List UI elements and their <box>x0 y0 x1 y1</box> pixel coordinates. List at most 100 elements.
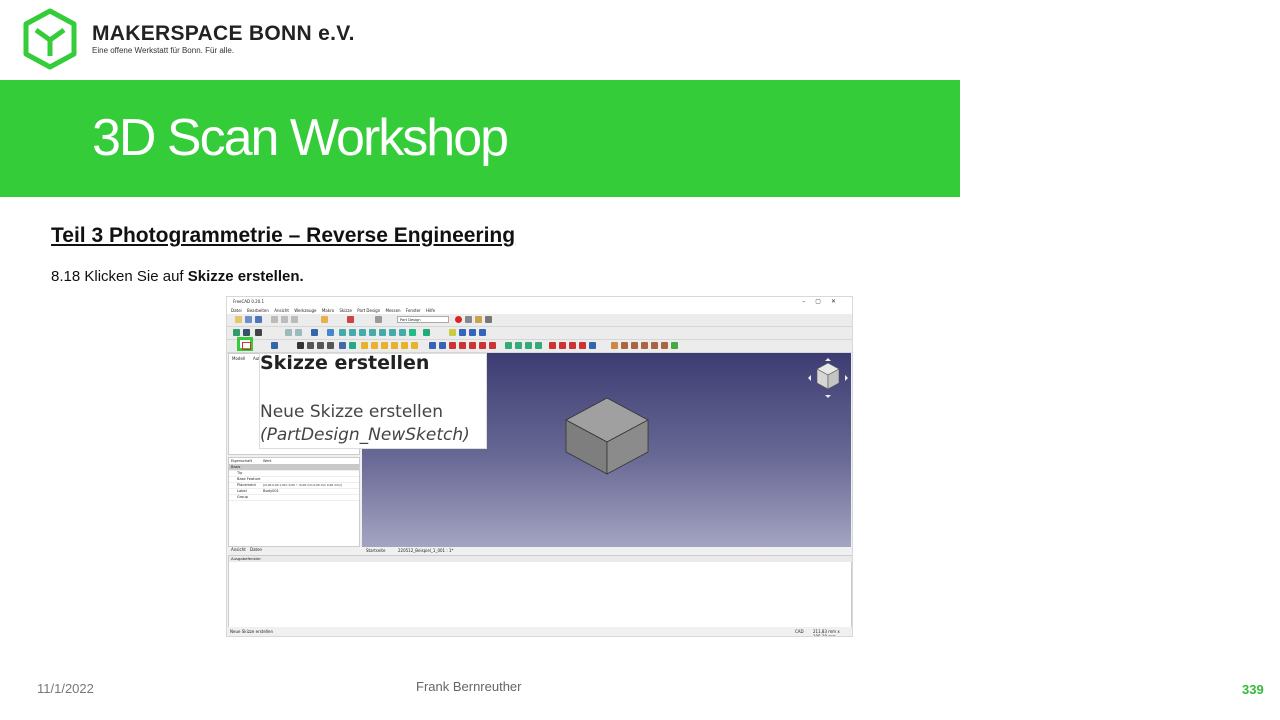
nav-style-label[interactable]: CAD <box>795 629 804 634</box>
property-name: Group <box>237 495 248 499</box>
involute-gear-icon[interactable] <box>621 342 628 349</box>
view-axo-icon[interactable] <box>399 329 406 336</box>
line-icon[interactable] <box>307 342 314 349</box>
window-controls[interactable]: –▢✕ <box>802 298 846 305</box>
menu-part-design[interactable]: Part Design <box>357 307 380 314</box>
draft-icon[interactable] <box>569 342 576 349</box>
toolbar-row-1: Part Design <box>227 314 852 327</box>
view-rear-icon[interactable] <box>369 329 376 336</box>
mirror-icon[interactable] <box>505 342 512 349</box>
group-icon[interactable] <box>459 329 466 336</box>
wizard-icon[interactable] <box>641 342 648 349</box>
view-right-icon[interactable] <box>359 329 366 336</box>
menu-werkzeuge[interactable]: Werkzeuge <box>294 307 316 314</box>
whats-this-icon[interactable] <box>375 316 382 323</box>
measure-clear-icon[interactable] <box>423 329 430 336</box>
tab-startseite[interactable]: Startseite <box>366 548 385 553</box>
subtractive-box-icon[interactable] <box>489 342 496 349</box>
new-file-icon[interactable] <box>235 316 242 323</box>
save-icon[interactable] <box>255 316 262 323</box>
link-icon[interactable] <box>469 329 476 336</box>
boolean-icon[interactable] <box>589 342 596 349</box>
hole-icon[interactable] <box>439 342 446 349</box>
stereo-icon[interactable] <box>255 329 262 336</box>
tooltip-title: Skizze erstellen <box>260 352 430 374</box>
open-file-icon[interactable] <box>245 316 252 323</box>
title-bar: 3D Scan Workshop <box>0 80 960 197</box>
extra-tool-2-icon[interactable] <box>661 342 668 349</box>
footer-date: 11/1/2022 <box>37 681 94 696</box>
menu-makro[interactable]: Makro <box>322 307 334 314</box>
document-tabs: Startseite 220512_Beispiel_1_001 : 1* <box>362 547 851 555</box>
additive-box-icon[interactable] <box>411 342 418 349</box>
pad-icon[interactable] <box>361 342 368 349</box>
tab-ansicht[interactable]: Ansicht <box>231 547 246 552</box>
create-sketch-button[interactable] <box>237 337 253 351</box>
menu-ansicht[interactable]: Ansicht <box>274 307 289 314</box>
menu-hilfe[interactable]: Hilfe <box>426 307 435 314</box>
extra-tool-3-icon[interactable] <box>671 342 678 349</box>
menu-bearbeiten[interactable]: Bearbeiten <box>247 307 269 314</box>
view-isometric-icon[interactable] <box>311 329 318 336</box>
view-bottom-icon[interactable] <box>379 329 386 336</box>
navigation-cube-icon[interactable] <box>807 357 849 399</box>
point-icon[interactable] <box>297 342 304 349</box>
menu-datei[interactable]: Datei <box>231 307 242 314</box>
polar-pattern-icon[interactable] <box>525 342 532 349</box>
instruction-text: 8.18 Klicken Sie auf Skizze erstellen. <box>51 268 304 285</box>
sprocket-icon[interactable] <box>611 342 618 349</box>
loft-icon[interactable] <box>381 342 388 349</box>
view-front-icon[interactable] <box>339 329 346 336</box>
revolution-icon[interactable] <box>371 342 378 349</box>
shape-binder-icon[interactable] <box>339 342 346 349</box>
sketch-icon <box>242 342 251 350</box>
menu-messen[interactable]: Messen <box>386 307 401 314</box>
paste-icon[interactable] <box>291 316 298 323</box>
fillet-icon[interactable] <box>549 342 556 349</box>
shaft-wizard-icon[interactable] <box>631 342 638 349</box>
cut-icon[interactable] <box>271 316 278 323</box>
pipe-icon[interactable] <box>391 342 398 349</box>
subtractive-pipe-icon[interactable] <box>469 342 476 349</box>
multi-transform-icon[interactable] <box>535 342 542 349</box>
plane-icon[interactable] <box>317 342 324 349</box>
tab-document[interactable]: 220512_Beispiel_1_001 : 1* <box>398 548 454 553</box>
helix-icon[interactable] <box>401 342 408 349</box>
tooltip-description: Neue Skizze erstellen <box>260 402 443 422</box>
record-macro-icon[interactable] <box>455 316 462 323</box>
subtractive-loft-icon[interactable] <box>459 342 466 349</box>
copy-icon[interactable] <box>281 316 288 323</box>
workbench-select[interactable]: Part Design <box>397 316 449 323</box>
part-icon[interactable] <box>449 329 456 336</box>
tab-modell[interactable]: Modell <box>232 356 245 361</box>
extra-tool-icon[interactable] <box>651 342 658 349</box>
run-macro-icon[interactable] <box>485 316 492 323</box>
nav-back-icon[interactable] <box>285 329 292 336</box>
measure-icon[interactable] <box>409 329 416 336</box>
linear-pattern-icon[interactable] <box>515 342 522 349</box>
undo-icon[interactable] <box>321 316 328 323</box>
menu-skizze[interactable]: Skizze <box>339 307 352 314</box>
pocket-icon[interactable] <box>429 342 436 349</box>
3d-box-model[interactable] <box>564 396 650 476</box>
property-row[interactable]: Group <box>229 494 359 501</box>
subtractive-helix-icon[interactable] <box>479 342 486 349</box>
body-icon[interactable] <box>271 342 278 349</box>
menu-fenster[interactable]: Fenster <box>406 307 421 314</box>
macro-editor-icon[interactable] <box>475 316 482 323</box>
refresh-icon[interactable] <box>347 316 354 323</box>
nav-forward-icon[interactable] <box>295 329 302 336</box>
draw-style-icon[interactable] <box>243 329 250 336</box>
chamfer-icon[interactable] <box>559 342 566 349</box>
clone-icon[interactable] <box>349 342 356 349</box>
stop-macro-icon[interactable] <box>465 316 472 323</box>
tab-daten[interactable]: Daten <box>250 547 262 552</box>
link-sub-icon[interactable] <box>479 329 486 336</box>
groove-icon[interactable] <box>449 342 456 349</box>
view-left-icon[interactable] <box>389 329 396 336</box>
lcs-icon[interactable] <box>327 342 334 349</box>
zoom-icon[interactable] <box>327 329 334 336</box>
thickness-icon[interactable] <box>579 342 586 349</box>
fit-all-icon[interactable] <box>233 329 240 336</box>
view-top-icon[interactable] <box>349 329 356 336</box>
